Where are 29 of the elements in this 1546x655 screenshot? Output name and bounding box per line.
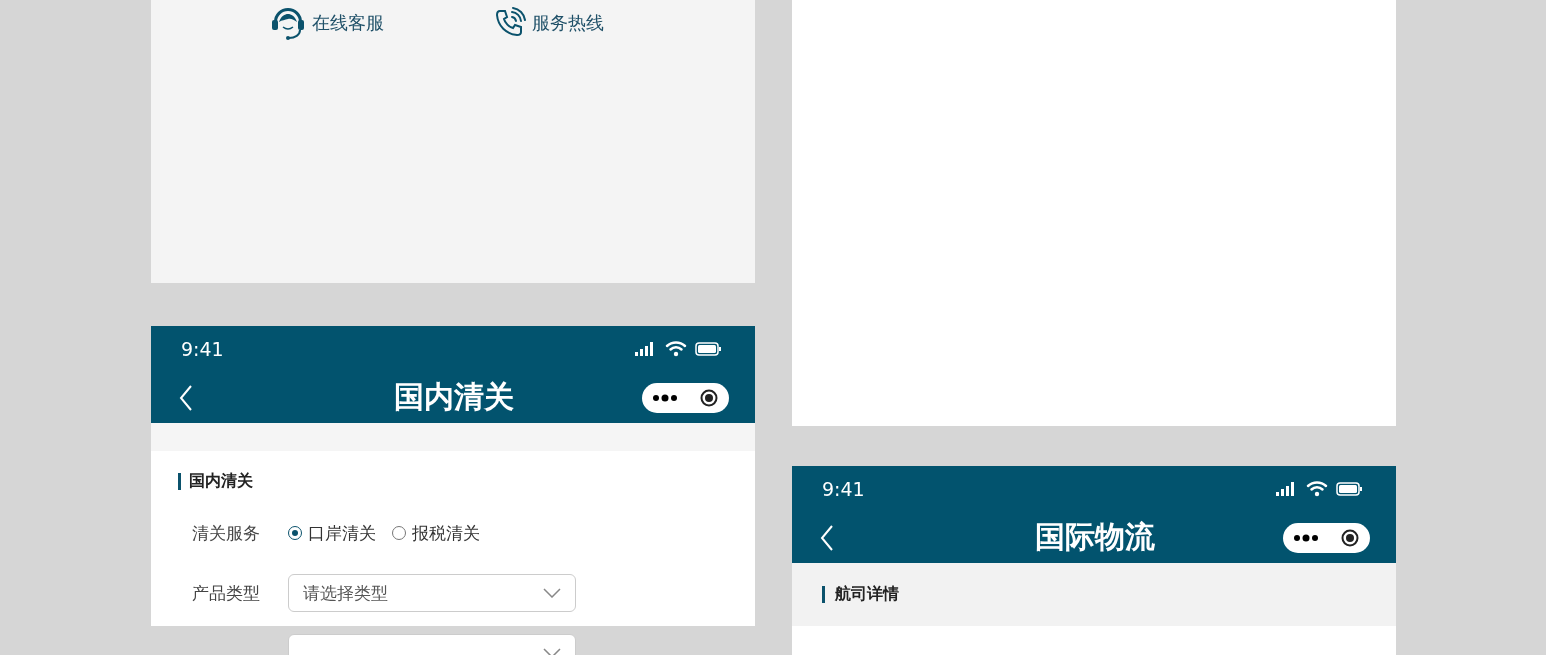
phone-icon [494,7,526,39]
radio-option[interactable]: 报税清关 [392,521,480,545]
target-icon[interactable] [699,388,718,407]
contact-link[interactable]: 服务热线 [532,11,604,35]
capsule-menu[interactable] [642,382,729,413]
radio-option[interactable]: 口岸清关 [288,521,376,545]
chevron-down-icon [543,588,561,598]
contact-link[interactable]: 在线客服 [312,11,384,35]
back-icon[interactable] [820,524,834,551]
battery-icon [1336,482,1362,496]
more-icon[interactable] [1294,533,1319,542]
chevron-down-icon [543,648,561,655]
wifi-icon [665,341,687,357]
page-title: 国际物流 [1035,518,1155,556]
capsule-menu[interactable] [1283,522,1370,553]
battery-icon [695,342,721,356]
headset-icon [270,5,306,41]
status-time: 9:41 [822,478,865,500]
page-title: 国内清关 [394,378,514,416]
wifi-icon [1306,481,1328,497]
field-label: 清关服务 [192,521,261,545]
select-field[interactable]: 请选择类型 [288,574,576,612]
section-title: 航司详情 [835,584,899,605]
more-icon[interactable] [653,393,678,402]
back-icon[interactable] [179,384,193,411]
field-label: 产品类型 [192,581,261,605]
status-time: 9:41 [181,338,224,360]
target-icon[interactable] [1340,528,1359,547]
section-title: 国内清关 [189,470,253,492]
